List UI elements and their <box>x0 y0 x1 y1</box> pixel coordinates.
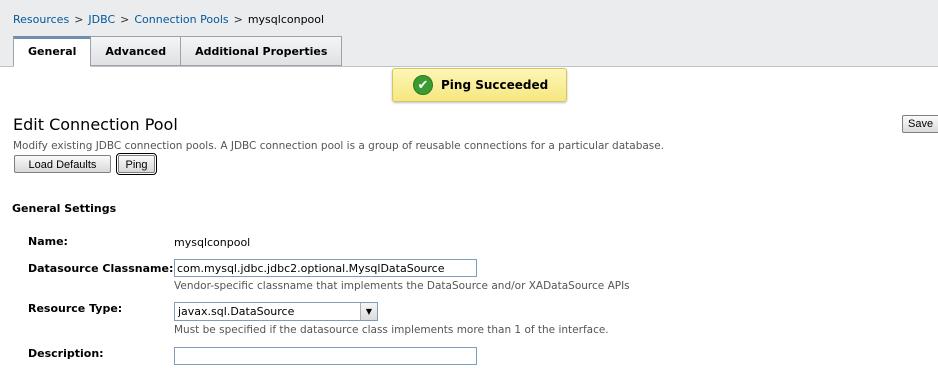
chevron-down-icon[interactable]: ▼ <box>360 303 377 320</box>
datasource-classname-input[interactable] <box>174 259 477 277</box>
load-defaults-button[interactable]: Load Defaults <box>14 155 111 173</box>
section-title: General Settings <box>12 202 117 215</box>
ping-button[interactable]: Ping <box>116 153 157 175</box>
datasource-classname-label: Datasource Classname:* <box>28 258 182 276</box>
resource-type-label: Resource Type: <box>28 302 123 315</box>
breadcrumb-separator: > <box>74 13 84 26</box>
breadcrumb-link-connection-pools[interactable]: Connection Pools <box>134 13 228 26</box>
save-button[interactable]: Save <box>902 115 938 133</box>
tab-additional-properties[interactable]: Additional Properties <box>181 36 343 66</box>
description-input[interactable] <box>174 347 477 365</box>
check-circle-icon: ✔ <box>413 75 433 95</box>
tab-bar: General Advanced Additional Properties <box>13 36 343 67</box>
datasource-classname-label-text: Datasource Classname: <box>28 262 174 275</box>
header-band: Resources > JDBC > Connection Pools > mysqlcon… <box>0 0 938 67</box>
page-title: Edit Connection Pool <box>13 115 178 134</box>
datasource-classname-help: Vendor-specific classname that implement… <box>174 280 630 292</box>
ping-message-text: Ping Succeeded <box>441 78 549 92</box>
breadcrumb-separator: > <box>120 13 130 26</box>
tab-general[interactable]: General <box>13 36 92 67</box>
resource-type-selected-value: javax.sql.DataSource <box>178 305 295 318</box>
breadcrumb: Resources > JDBC > Connection Pools > mysqlcon… <box>13 13 324 26</box>
ping-success-message: ✔ Ping Succeeded <box>392 68 567 102</box>
breadcrumb-link-jdbc[interactable]: JDBC <box>88 13 115 26</box>
page-help-text: Modify existing JDBC connection pools. A… <box>13 140 665 152</box>
name-value: mysqlconpool <box>174 236 251 249</box>
breadcrumb-link-resources[interactable]: Resources <box>13 13 69 26</box>
name-label: Name: <box>28 235 68 248</box>
breadcrumb-current: mysqlconpool <box>247 13 325 26</box>
tab-advanced[interactable]: Advanced <box>91 36 182 66</box>
breadcrumb-separator: > <box>233 13 243 26</box>
description-label: Description: <box>28 347 104 360</box>
resource-type-help: Must be specified if the datasource clas… <box>174 324 609 336</box>
resource-type-select[interactable]: javax.sql.DataSource ▼ <box>174 302 378 321</box>
